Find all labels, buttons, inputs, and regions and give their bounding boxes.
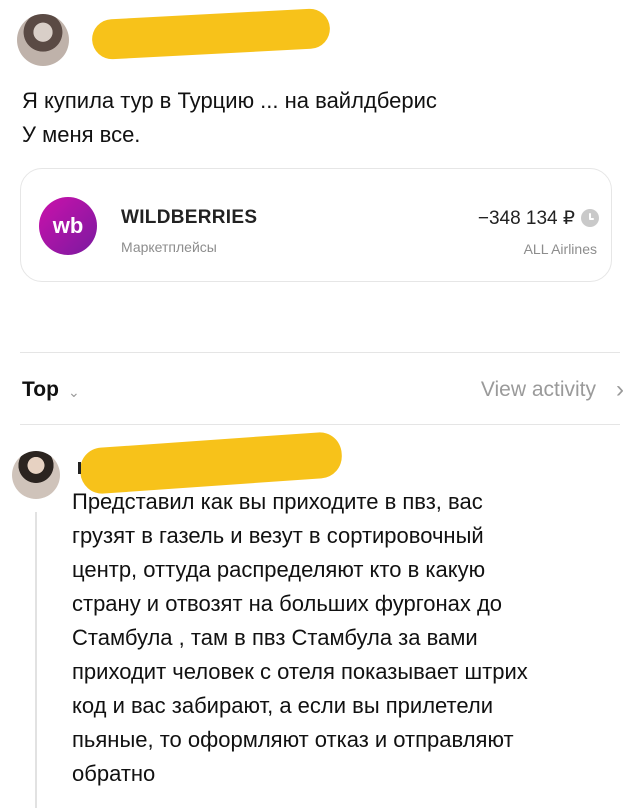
reply-line: обратно: [72, 761, 156, 786]
redacted-username: [91, 7, 331, 61]
post-author-avatar[interactable]: [17, 14, 69, 66]
chevron-right-icon[interactable]: ›: [616, 376, 624, 404]
transaction-amount: −348 134 ₽: [477, 208, 575, 229]
chevron-down-icon[interactable]: ⌄: [68, 384, 80, 401]
divider: [20, 352, 620, 353]
merchant-subtitle: ALL Airlines: [523, 241, 597, 257]
merchant-name: WILDBERRIES: [121, 207, 258, 228]
view-activity-link[interactable]: View activity: [481, 378, 596, 402]
post-line: У меня все.: [22, 122, 141, 147]
post-line: Я купила тур в Турцию ... на вайлдберис: [22, 88, 437, 113]
sort-dropdown[interactable]: Top: [22, 378, 59, 402]
post-body: Я купила тур в Турцию ... на вайлдберис …: [22, 84, 582, 152]
merchant-category: Маркетплейсы: [121, 239, 217, 255]
reply-line: грузят в газель и везут в сортировочный: [72, 523, 484, 548]
thread-line: [35, 512, 37, 808]
wildberries-logo: wb: [39, 197, 97, 255]
username-fragment: [78, 462, 81, 474]
reply-body: Представил как вы приходите в пвз, вас г…: [72, 485, 592, 791]
reply-line: центр, оттуда распределяют кто в какую: [72, 557, 486, 582]
reply-line: страну и отвозят на больших фургонах до: [72, 591, 503, 616]
transaction-card[interactable]: wb WILDBERRIES Маркетплейсы −348 134 ₽ A…: [20, 168, 612, 282]
reply-line: код и вас забирают, а если вы прилетели: [72, 693, 493, 718]
clock-icon: [581, 209, 599, 227]
reply-line: пьяные, то оформляют отказ и отправляют: [72, 727, 514, 752]
reply-line: приходит человек с отеля показывает штри…: [72, 659, 528, 684]
reply-line: Представил как вы приходите в пвз, вас: [72, 489, 483, 514]
divider: [20, 424, 620, 425]
reply-line: Стамбула , там в пвз Стамбула за вами: [72, 625, 478, 650]
reply-author-avatar[interactable]: [12, 451, 60, 499]
